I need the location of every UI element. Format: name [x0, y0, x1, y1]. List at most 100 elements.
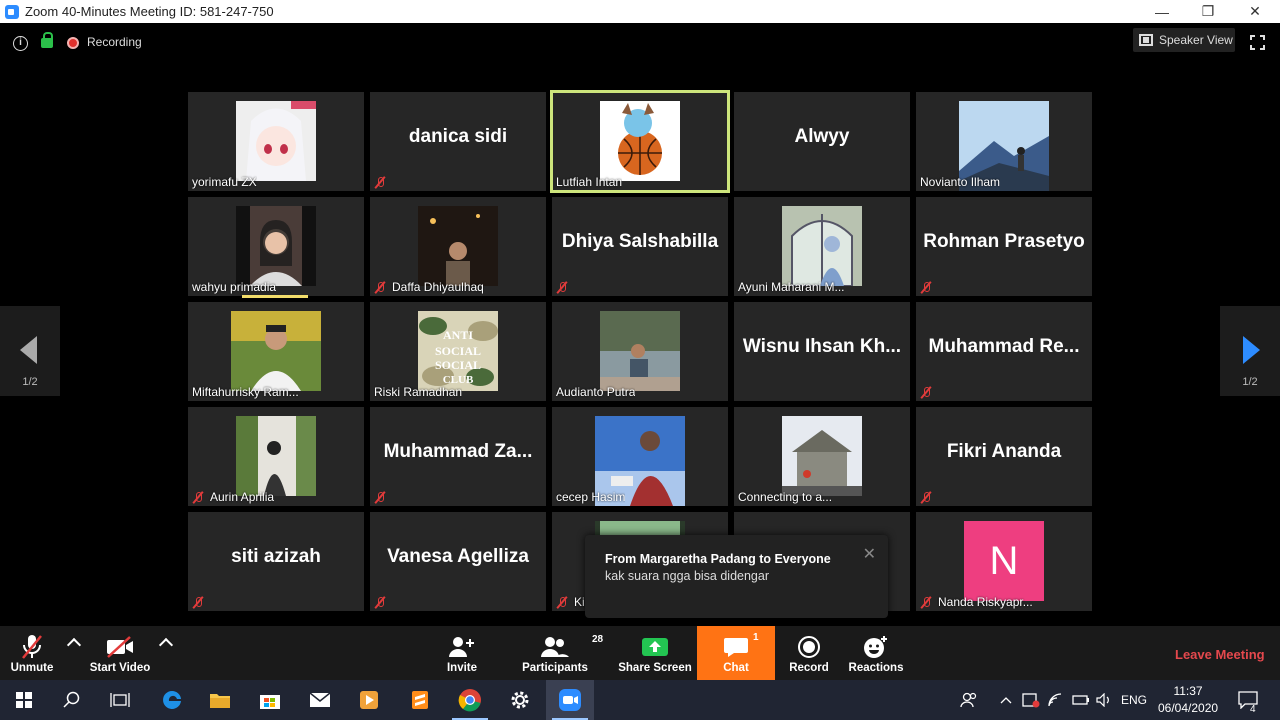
chrome-icon[interactable] — [446, 680, 494, 720]
participant-tile[interactable]: Muhammad Re... — [916, 302, 1092, 401]
video-options-chevron-icon[interactable] — [158, 637, 174, 653]
svg-text:ANTI: ANTI — [443, 328, 473, 342]
participants-label: Participants — [522, 662, 588, 674]
tray-expand-chevron-icon[interactable] — [1000, 680, 1012, 720]
chat-button[interactable]: 1 Chat — [697, 626, 775, 680]
participant-tile[interactable]: Aurin Aprilia — [188, 407, 364, 506]
participant-tile[interactable]: Wisnu Ihsan Kh... — [734, 302, 910, 401]
participant-tile[interactable]: N Nanda Riskyapr... — [916, 512, 1092, 611]
participant-display-name: Alwyy — [794, 126, 850, 147]
battery-icon[interactable] — [1072, 680, 1090, 720]
participant-name-label — [920, 385, 938, 399]
participant-display-name: Wisnu Ihsan Kh... — [742, 336, 902, 357]
microphone-muted-icon — [374, 596, 386, 609]
fullscreen-icon[interactable] — [1250, 35, 1265, 50]
audio-options-chevron-icon[interactable] — [66, 637, 82, 653]
participant-name-label: Audianto Putra — [556, 385, 635, 399]
participant-tile[interactable]: Fikri Ananda — [916, 407, 1092, 506]
zoom-app-icon[interactable] — [546, 680, 594, 720]
participant-tile[interactable]: Connecting to a... — [734, 407, 910, 506]
notification-center-icon[interactable]: 4 — [1238, 680, 1258, 720]
recording-tray-icon[interactable] — [1022, 680, 1040, 720]
participant-photo — [959, 101, 1049, 191]
share-screen-button[interactable]: Share Screen — [618, 626, 692, 680]
participant-tile[interactable]: Lutfiah Intan — [550, 90, 730, 193]
participant-photo — [231, 311, 321, 391]
participant-tile[interactable]: Alwyy — [734, 92, 910, 191]
minimize-button[interactable]: — — [1139, 0, 1185, 23]
sublime-icon[interactable] — [396, 680, 444, 720]
next-page-button[interactable]: 1/2 — [1220, 306, 1280, 396]
participant-tile[interactable]: ANTI SOCIAL SOCIAL CLUB Riski Ramadhan — [370, 302, 546, 401]
invite-button[interactable]: Invite — [440, 626, 484, 680]
participant-name-label — [556, 280, 574, 294]
participant-name-label — [374, 490, 392, 504]
participant-tile[interactable]: siti azizah — [188, 512, 364, 611]
mail-icon[interactable] — [296, 680, 344, 720]
microphone-muted-icon — [920, 281, 932, 294]
participant-tile[interactable]: Rohman Prasetyo — [916, 197, 1092, 296]
participant-name-label: Ayuni Maharani M... — [738, 280, 845, 294]
leave-meeting-button[interactable]: Leave Meeting — [1175, 647, 1265, 662]
participant-tile[interactable]: Muhammad Za... — [370, 407, 546, 506]
chat-message: kak suara ngga bisa didengar — [605, 569, 770, 583]
participant-tile[interactable]: yorimafu ZX — [188, 92, 364, 191]
speaker-view-button[interactable]: Speaker View — [1133, 28, 1235, 52]
search-icon[interactable] — [48, 680, 96, 720]
participant-tile[interactable]: wahyu primadia — [188, 197, 364, 296]
participant-tile[interactable]: cecep Hasim — [552, 407, 728, 506]
participant-name: Daffa Dhiyaulhaq — [392, 280, 484, 294]
settings-gear-icon[interactable] — [496, 680, 544, 720]
participant-photo — [782, 416, 862, 496]
share-screen-icon — [641, 632, 669, 662]
info-icon[interactable]: i — [13, 36, 28, 51]
people-icon[interactable] — [960, 680, 978, 720]
microphone-muted-icon — [192, 596, 204, 609]
participants-icon: 28 — [540, 632, 603, 662]
task-view-icon[interactable] — [96, 680, 144, 720]
chat-notification[interactable]: From Margaretha Padang to Everyone kak s… — [585, 535, 888, 618]
start-video-button[interactable]: Start Video — [86, 626, 154, 680]
lock-icon[interactable] — [41, 32, 53, 48]
participant-tile[interactable]: Miftahurrisky Ram... — [188, 302, 364, 401]
participant-tile[interactable]: Novianto Ilham — [916, 92, 1092, 191]
media-player-icon[interactable] — [345, 680, 393, 720]
participants-button[interactable]: 28 Participants — [518, 626, 603, 680]
close-icon[interactable]: ✕ — [863, 544, 876, 564]
participant-display-name: Fikri Ananda — [946, 441, 1062, 462]
volume-icon[interactable] — [1096, 680, 1112, 720]
speaking-indicator — [242, 295, 308, 298]
participant-name-label: wahyu primadia — [192, 280, 276, 294]
speaker-view-icon — [1139, 34, 1153, 46]
camera-off-icon — [105, 632, 135, 662]
participant-display-name: Vanesa Agelliza — [387, 546, 529, 567]
unmute-button[interactable]: Unmute — [6, 626, 58, 680]
file-explorer-icon[interactable] — [196, 680, 244, 720]
wifi-icon[interactable] — [1048, 680, 1064, 720]
zoom-logo-icon — [5, 4, 19, 19]
participant-photo — [418, 206, 498, 286]
participant-tile[interactable]: Audianto Putra — [552, 302, 728, 401]
reactions-button[interactable]: Reactions — [848, 626, 904, 680]
language-indicator[interactable]: ENG — [1121, 680, 1147, 720]
participant-name: Aurin Aprilia — [210, 490, 275, 504]
participant-tile[interactable]: Dhiya Salshabilla — [552, 197, 728, 296]
page-indicator: 1/2 — [22, 376, 38, 388]
close-button[interactable]: ✕ — [1232, 0, 1278, 23]
participant-tile[interactable]: Daffa Dhiyaulhaq — [370, 197, 546, 296]
participant-tile[interactable]: danica sidi — [370, 92, 546, 191]
previous-page-button[interactable]: 1/2 — [0, 306, 60, 396]
restore-button[interactable]: ❐ — [1185, 0, 1231, 23]
participant-name: cecep Hasim — [556, 490, 626, 504]
record-button[interactable]: Record — [788, 626, 830, 680]
participant-name-label — [920, 490, 938, 504]
participant-display-name: siti azizah — [231, 546, 321, 567]
clock[interactable]: 11:37 06/04/2020 — [1158, 680, 1218, 720]
store-icon[interactable] — [246, 680, 294, 720]
participant-tile[interactable]: Ayuni Maharani M... — [734, 197, 910, 296]
participant-name-label — [374, 175, 392, 189]
edge-browser-icon[interactable] — [148, 680, 196, 720]
microphone-muted-icon — [374, 281, 386, 294]
participant-tile[interactable]: Vanesa Agelliza — [370, 512, 546, 611]
windows-start-icon[interactable] — [0, 680, 48, 720]
